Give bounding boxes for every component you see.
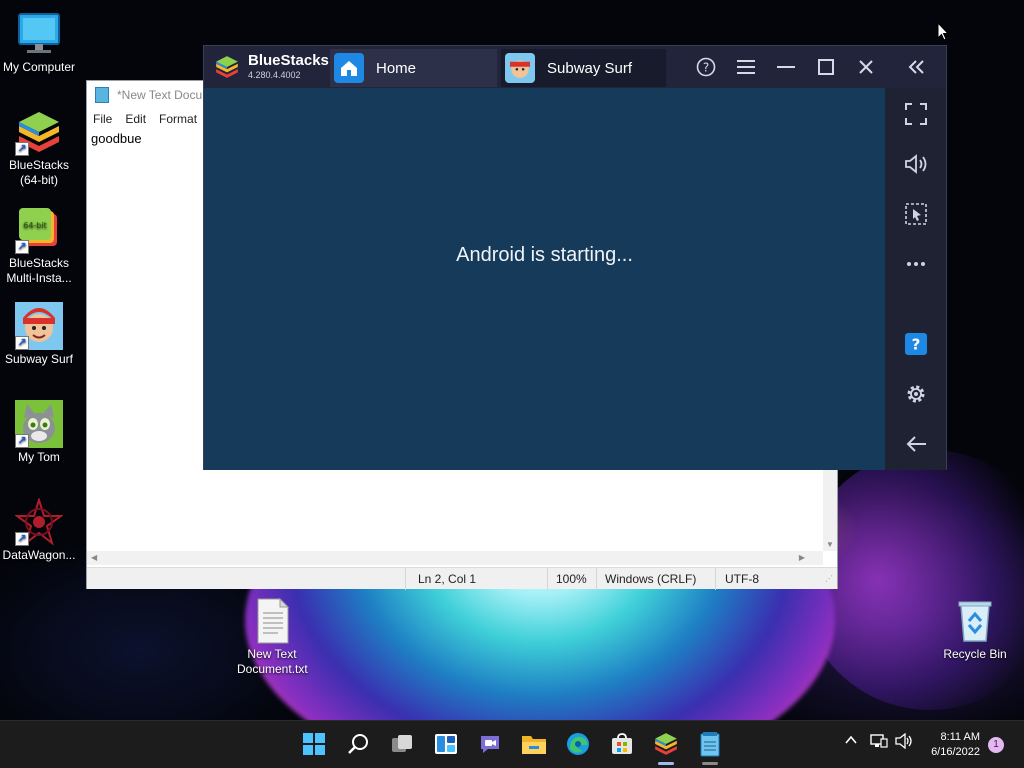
bluestacks-name: BlueStacks: [248, 52, 329, 69]
back-icon[interactable]: [903, 431, 929, 457]
tab-home[interactable]: Home: [330, 49, 497, 87]
resize-grip-icon[interactable]: ⋰: [825, 574, 833, 583]
maximize-icon[interactable]: [813, 54, 839, 80]
notepad-icon[interactable]: [697, 731, 723, 757]
menu-file[interactable]: File: [93, 112, 112, 126]
monitor-icon: [15, 10, 63, 58]
collapse-sidebar-icon[interactable]: [903, 54, 929, 80]
notepad-text-area[interactable]: goodbue: [91, 131, 142, 146]
menu-format[interactable]: Format: [159, 112, 197, 126]
status-line-endings: Windows (CRLF): [605, 572, 697, 586]
datawagon-icon: ↗: [13, 496, 65, 546]
widgets-icon[interactable]: [433, 731, 459, 757]
bluestacks-logo-icon: [214, 54, 240, 80]
desktop-icon-label: My Tom: [18, 450, 60, 464]
clock-time: 8:11 AM: [940, 731, 980, 743]
horizontal-scrollbar[interactable]: ◀ ▶: [87, 551, 823, 565]
notepad-icon: [95, 86, 109, 103]
shortcut-arrow-icon: ↗: [15, 532, 29, 546]
menu-icon[interactable]: [733, 54, 759, 80]
desktop-icon-label: BlueStacks (64-bit): [8, 158, 70, 187]
edge-icon[interactable]: [565, 731, 591, 757]
menu-edit[interactable]: Edit: [125, 112, 146, 126]
bluestacks-icon: ↗: [15, 108, 63, 156]
desktop-icon-datawagon[interactable]: ↗ DataWagon...: [0, 496, 78, 563]
taskbar: 8:11 AM 6/16/2022 1: [0, 720, 1024, 768]
bluestacks-multi-instance-icon: 64-bit ↗: [15, 206, 63, 254]
scroll-right-icon[interactable]: ▶: [799, 553, 805, 562]
scroll-down-icon[interactable]: ▼: [826, 540, 834, 549]
more-icon[interactable]: [903, 251, 929, 277]
teams-chat-icon[interactable]: [477, 731, 503, 757]
bluestacks-icon[interactable]: [653, 731, 679, 757]
tab-subway-surf[interactable]: Subway Surf: [501, 49, 666, 87]
desktop-icon-subway-surf[interactable]: ↗ Subway Surf: [0, 302, 78, 367]
bluestacks-version: 4.280.4.4002: [248, 70, 301, 80]
subway-surf-icon: ↗: [15, 302, 63, 350]
tab-home-label: Home: [376, 59, 417, 77]
bluestacks-sidebar: ?: [885, 88, 946, 470]
svg-text:?: ?: [912, 336, 921, 354]
bluestacks-window[interactable]: BlueStacks 4.280.4.4002 Home Subway Surf…: [203, 45, 947, 470]
svg-text:?: ?: [703, 61, 709, 75]
desktop-icon-label: Subway Surf: [4, 352, 74, 366]
shortcut-arrow-icon: ↗: [15, 336, 29, 350]
desktop-icon-my-tom[interactable]: ↗ My Tom: [0, 400, 78, 465]
chevron-up-icon[interactable]: [844, 733, 858, 751]
fullscreen-icon[interactable]: [903, 101, 929, 127]
recycle-bin-icon: [951, 597, 999, 645]
desktop-icon-label: Recycle Bin: [943, 647, 1007, 661]
scroll-left-icon[interactable]: ◀: [91, 553, 97, 562]
notepad-title: *New Text Docun: [117, 87, 209, 102]
desktop-icon-label: BlueStacks Multi-Insta...: [6, 256, 72, 285]
vertical-scrollbar[interactable]: ▼: [823, 469, 837, 551]
running-indicator: [658, 762, 674, 765]
desktop-icon-bluestacks[interactable]: ↗ BlueStacks (64-bit): [0, 108, 78, 188]
status-zoom: 100%: [556, 572, 587, 586]
desktop-icon-bluestacks-multi[interactable]: 64-bit ↗ BlueStacks Multi-Insta...: [0, 206, 78, 286]
shortcut-arrow-icon: ↗: [15, 240, 29, 254]
store-icon[interactable]: [609, 731, 635, 757]
network-icon[interactable]: [870, 733, 888, 753]
shortcut-arrow-icon: ↗: [15, 434, 29, 448]
close-icon[interactable]: [853, 54, 879, 80]
android-screen[interactable]: Android is starting...: [204, 88, 885, 470]
desktop-icon-label: My Computer: [2, 60, 76, 74]
desktop-icon-my-computer[interactable]: My Computer: [0, 10, 78, 75]
task-view-icon[interactable]: [389, 731, 415, 757]
bluestacks-titlebar[interactable]: BlueStacks 4.280.4.4002 Home Subway Surf…: [204, 46, 946, 88]
svg-text:64-bit: 64-bit: [23, 221, 47, 230]
desktop-icon-text-file[interactable]: New Text Document.txt: [233, 597, 311, 677]
android-status-message: Android is starting...: [456, 243, 633, 266]
help-icon[interactable]: ?: [693, 54, 719, 80]
start-icon[interactable]: [301, 731, 327, 757]
mouse-cursor-icon: [937, 21, 950, 42]
desktop-icon-label: DataWagon...: [2, 548, 76, 562]
file-explorer-icon[interactable]: [521, 731, 547, 757]
status-encoding: UTF-8: [725, 572, 759, 586]
desktop-icon-recycle-bin[interactable]: Recycle Bin: [936, 597, 1014, 662]
clock[interactable]: 8:11 AM 6/16/2022: [931, 730, 980, 760]
volume-icon[interactable]: [895, 732, 913, 753]
text-file-icon: [248, 597, 296, 645]
volume-icon[interactable]: [903, 151, 929, 177]
status-line-col: Ln 2, Col 1: [418, 572, 477, 586]
search-icon[interactable]: [345, 731, 371, 757]
shortcut-arrow-icon: ↗: [15, 142, 29, 156]
my-tom-icon: ↗: [15, 400, 63, 448]
settings-icon[interactable]: [903, 381, 929, 407]
tab-subway-surf-label: Subway Surf: [547, 59, 633, 77]
clock-date: 6/16/2022: [931, 746, 980, 758]
subway-surf-icon: [505, 53, 535, 83]
help-icon[interactable]: ?: [903, 331, 929, 357]
desktop-icon-label: New Text Document.txt: [237, 647, 308, 676]
cursor-select-icon[interactable]: [903, 201, 929, 227]
notepad-statusbar: Ln 2, Col 1 100% Windows (CRLF) UTF-8 ⋰: [87, 567, 837, 590]
notification-badge[interactable]: 1: [988, 737, 1004, 753]
running-indicator: [702, 762, 718, 765]
home-icon: [334, 53, 364, 83]
minimize-icon[interactable]: [773, 54, 799, 80]
